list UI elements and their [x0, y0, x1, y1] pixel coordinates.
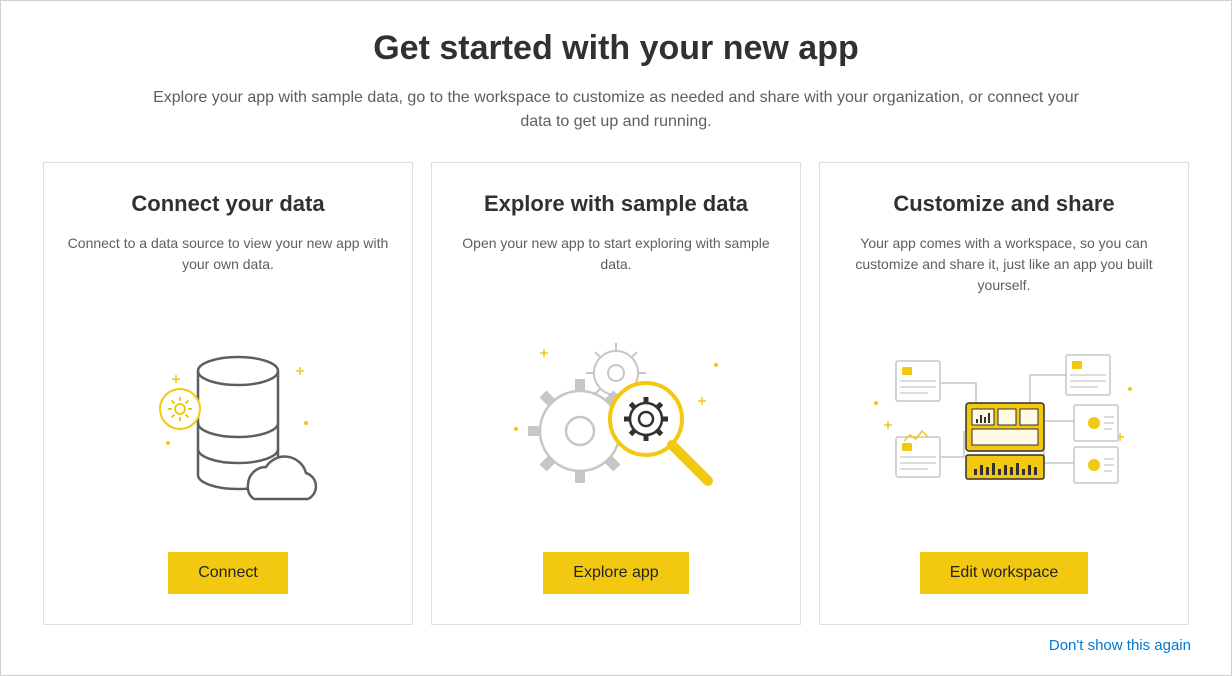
card-title: Explore with sample data — [484, 191, 748, 217]
page-title: Get started with your new app — [41, 29, 1191, 68]
page-subtitle: Explore your app with sample data, go to… — [136, 86, 1096, 134]
header: Get started with your new app Explore yo… — [41, 29, 1191, 134]
edit-workspace-button[interactable]: Edit workspace — [920, 552, 1089, 594]
card-connect-data: Connect your data Connect to a data sour… — [43, 162, 413, 625]
database-cloud-icon — [66, 305, 390, 534]
explore-app-button[interactable]: Explore app — [543, 552, 688, 594]
card-title: Customize and share — [893, 191, 1114, 217]
card-description: Your app comes with a workspace, so you … — [842, 233, 1166, 299]
card-explore-sample: Explore with sample data Open your new a… — [431, 162, 801, 625]
card-customize-share: Customize and share Your app comes with … — [819, 162, 1189, 625]
gears-magnifier-icon — [454, 305, 778, 534]
footer: Don't show this again — [41, 637, 1191, 655]
card-description: Connect to a data source to view your ne… — [66, 233, 390, 299]
connect-button[interactable]: Connect — [168, 552, 288, 594]
card-title: Connect your data — [131, 191, 324, 217]
workspace-dashboards-icon — [842, 305, 1166, 534]
card-description: Open your new app to start exploring wit… — [454, 233, 778, 299]
dont-show-again-link[interactable]: Don't show this again — [1049, 637, 1191, 654]
cards-container: Connect your data Connect to a data sour… — [41, 162, 1191, 625]
